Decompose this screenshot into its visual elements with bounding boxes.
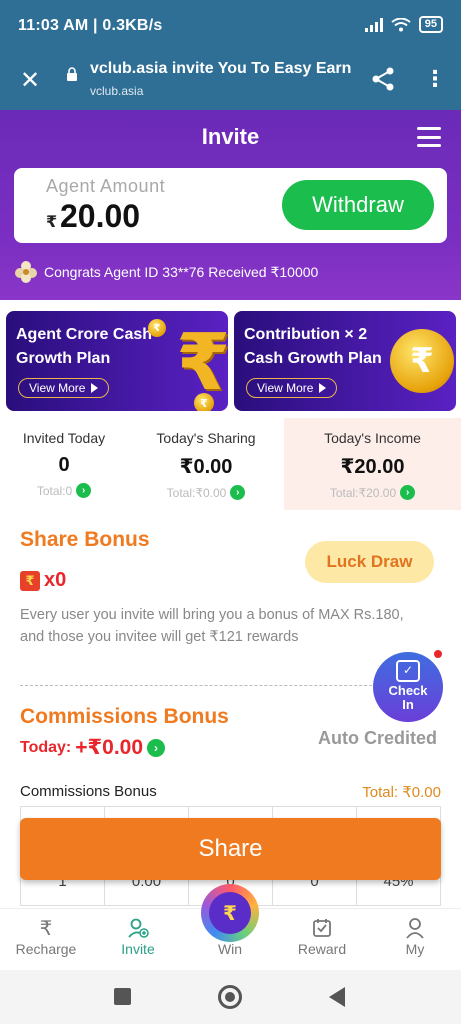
auto-credited-label: Auto Credited xyxy=(318,728,437,748)
close-icon[interactable]: ✕ xyxy=(18,66,42,95)
tab-recharge[interactable]: ₹ Recharge xyxy=(6,917,86,957)
flower-icon xyxy=(14,261,38,283)
calendar-icon xyxy=(396,660,420,682)
currency-symbol: ₹ xyxy=(46,214,58,231)
signal-icon xyxy=(364,17,383,32)
reward-icon xyxy=(282,917,362,941)
banner-title: Contribution × 2 Cash Growth Plan xyxy=(244,326,382,367)
agent-amount-label: Agent Amount xyxy=(46,176,166,196)
view-more-button[interactable]: View More xyxy=(18,378,110,398)
stat-invited-today: Invited Today 0 Total:0 › xyxy=(22,430,106,498)
share-icon[interactable] xyxy=(370,66,396,92)
chevron-right-icon: › xyxy=(76,483,92,498)
withdraw-button[interactable]: Withdraw xyxy=(282,180,434,230)
menu-icon[interactable] xyxy=(417,127,441,147)
stats-row: Invited Today 0 Total:0 › Today's Sharing… xyxy=(0,418,461,510)
status-bar: 11:03 AM | 0.3KB/s 95 xyxy=(0,0,461,54)
browser-page-title: vclub.asia invite You To Easy Earn... xyxy=(90,60,352,77)
commissions-bonus-title: Commissions Bonus xyxy=(20,705,229,728)
tab-invite[interactable]: Invite xyxy=(98,917,178,957)
share-bonus-title: Share Bonus xyxy=(20,528,150,551)
add-user-icon xyxy=(98,917,178,941)
notification-dot xyxy=(432,648,444,660)
commissions-today: Today: +₹0.00 › xyxy=(20,735,166,760)
check-in-button[interactable]: CheckIn xyxy=(373,652,443,722)
rupee-icon: ₹ xyxy=(39,918,53,940)
contribution-banner[interactable]: Contribution × 2 Cash Growth Plan View M… xyxy=(234,311,456,411)
home-icon[interactable] xyxy=(218,985,242,1009)
gold-coin-icon: ₹ xyxy=(390,329,454,393)
tab-win[interactable]: Win xyxy=(190,941,270,957)
more-options-icon[interactable]: ⋮ xyxy=(424,66,446,92)
commissions-table-header: Commissions Bonus Total: ₹0.00 xyxy=(0,780,461,806)
congrats-ticker: Congrats Agent ID 33**76 Received ₹10000 xyxy=(14,260,318,284)
chevron-right-icon[interactable]: › xyxy=(147,738,166,757)
agent-crore-banner[interactable]: Agent Crore Cash Growth Plan View More ₹… xyxy=(6,311,228,411)
chevron-right-icon: › xyxy=(400,485,416,500)
share-button[interactable]: Share xyxy=(20,818,441,880)
stat-todays-income: Today's Income ₹20.00 Total:₹20.00 › xyxy=(284,418,461,510)
chevron-right-icon: › xyxy=(230,485,246,500)
luck-draw-button[interactable]: Luck Draw xyxy=(305,541,434,583)
back-icon[interactable] xyxy=(329,987,345,1007)
battery-icon: 95 xyxy=(418,16,443,33)
browser-url: vclub.asia xyxy=(90,84,144,98)
coin-icon: ₹ xyxy=(194,393,214,411)
page-title: Invite xyxy=(201,124,260,149)
stat-todays-sharing: Today's Sharing ₹0.00 Total:₹0.00 › xyxy=(156,430,256,500)
bonus-count: x0 xyxy=(44,569,67,591)
system-nav-bar xyxy=(0,970,461,1024)
agent-amount-card: Agent Amount ₹ 20.00 Withdraw xyxy=(14,168,447,243)
tab-reward[interactable]: Reward xyxy=(282,917,362,957)
win-coin-icon[interactable]: ₹ xyxy=(201,884,259,942)
share-bonus-description: Every user you invite will bring you a b… xyxy=(20,607,404,645)
congrats-text: Congrats Agent ID 33**76 Received ₹10000 xyxy=(44,263,319,280)
invite-header: Invite Agent Amount ₹ 20.00 Withdraw Con… xyxy=(0,110,461,300)
recent-apps-icon[interactable] xyxy=(114,988,131,1005)
tab-my[interactable]: My xyxy=(375,917,455,957)
coin-icon: ₹ xyxy=(148,319,166,337)
lock-icon xyxy=(66,67,78,84)
user-icon xyxy=(375,917,455,941)
agent-amount-value: 20.00 xyxy=(60,198,141,234)
view-more-button[interactable]: View More xyxy=(246,378,338,398)
browser-bar: ✕ vclub.asia invite You To Easy Earn... … xyxy=(0,54,461,110)
gift-icon: ₹ xyxy=(20,571,40,591)
status-icons: 95 xyxy=(364,16,443,33)
status-time: 11:03 AM | 0.3KB/s xyxy=(18,17,163,34)
wifi-icon xyxy=(391,17,411,32)
